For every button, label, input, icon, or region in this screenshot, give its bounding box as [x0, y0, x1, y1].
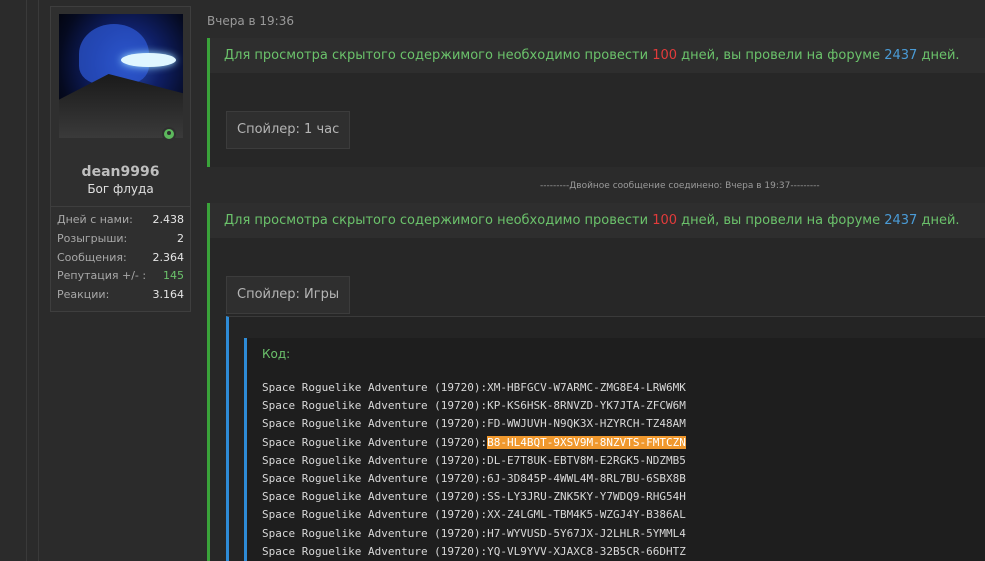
user-panel: dean9996 Бог флуда Дней с нами: 2.438 Ро… — [50, 6, 191, 312]
game-name: Space Roguelike Adventure (19720): — [262, 471, 488, 485]
game-key[interactable]: H7-WYVUSD-5Y67JX-J2LHLR-5YMML4 — [487, 527, 686, 540]
game-key[interactable]: KP-KS6HSK-8RNVZD-YK7JTA-ZFCW6M — [487, 399, 686, 412]
stat-label: Розыгрыши: — [57, 231, 128, 245]
notice-prefix: Для просмотра скрытого содержимого необх… — [224, 48, 653, 63]
notice-prefix: Для просмотра скрытого содержимого необх… — [224, 213, 653, 228]
code-block[interactable]: Код: Space Roguelike Adventure (19720):X… — [244, 338, 985, 561]
stat-value[interactable]: 2.364 — [153, 251, 185, 270]
avatar-eye — [121, 53, 176, 67]
notice-suffix: дней. — [917, 48, 960, 63]
notice-middle: дней, вы провели на форуме — [677, 213, 885, 228]
game-name: Space Roguelike Adventure (19720): — [262, 508, 488, 522]
game-name: Space Roguelike Adventure (19720): — [262, 526, 488, 540]
stat-messages: Сообщения: 2.364 — [51, 251, 190, 270]
stat-value[interactable]: 2 — [177, 232, 184, 251]
stat-label: Реакции: — [57, 288, 110, 302]
game-key[interactable]: 6J-3D845P-4WWL4M-8RL7BU-6SBX8B — [487, 472, 686, 485]
online-status-icon — [162, 127, 176, 141]
post-timestamp[interactable]: Вчера в 19:36 — [207, 14, 294, 28]
game-key-selected[interactable]: B8-HL4BQT-9XSV9M-8NZVTS-FMTCZN — [487, 435, 686, 449]
hidden-content-block-2: Для просмотра скрытого содержимого необх… — [207, 203, 985, 561]
code-line[interactable]: Space Roguelike Adventure (19720):YQ-VL9… — [262, 543, 686, 561]
code-line[interactable]: Space Roguelike Adventure (19720):XM-HBF… — [262, 379, 686, 397]
game-name: Space Roguelike Adventure (19720): — [262, 381, 488, 394]
notice-middle: дней, вы провели на форуме — [677, 48, 885, 63]
code-line[interactable]: Space Roguelike Adventure (19720):B8-HL4… — [262, 434, 686, 452]
game-key[interactable]: DL-E7T8UK-EBTV8M-E2RGK5-NDZMB5 — [487, 454, 686, 467]
stat-label: Дней с нами: — [57, 213, 133, 226]
code-label: Код: — [262, 347, 291, 361]
notice-suffix: дней. — [917, 213, 960, 228]
game-key[interactable]: XM-HBFGCV-W7ARMC-ZMG8E4-LRW6MK — [487, 381, 686, 394]
spoiler-button-1-hour[interactable]: Спойлер: 1 час — [226, 111, 351, 149]
stat-reputation: Репутация +/- : 145 — [51, 269, 190, 288]
stat-days: Дней с нами: 2.438 — [51, 213, 190, 232]
code-line[interactable]: Space Roguelike Adventure (19720):SS-LY3… — [262, 488, 686, 506]
code-lines[interactable]: Space Roguelike Adventure (19720):XM-HBF… — [262, 379, 686, 561]
game-name: Space Roguelike Adventure (19720): — [262, 435, 488, 449]
user-days: 2437 — [884, 48, 918, 63]
required-days: 100 — [652, 48, 678, 63]
user-stats: Дней с нами: 2.438 Розыгрыши: 2 Сообщени… — [51, 206, 190, 307]
hidden-content-block-1: Для просмотра скрытого содержимого необх… — [207, 38, 985, 167]
stat-value[interactable]: 145 — [163, 269, 184, 288]
game-key[interactable]: FD-WWJUVH-N9QK3X-HZYRCH-TZ48AM — [487, 417, 686, 430]
game-key[interactable]: XX-Z4LGML-TBM4K5-WZGJ4Y-B386AL — [487, 508, 686, 521]
spoiler-button-games[interactable]: Спойлер: Игры — [226, 276, 351, 314]
game-key[interactable]: YQ-VL9YVV-XJAXC8-32B5CR-66DHTZ — [487, 545, 686, 558]
stat-label: Сообщения: — [57, 250, 127, 264]
hidden-notice: Для просмотра скрытого содержимого необх… — [210, 38, 985, 73]
game-name: Space Roguelike Adventure (19720): — [262, 453, 488, 467]
avatar[interactable] — [59, 14, 183, 138]
game-key[interactable]: SS-LY3JRU-ZNK5KY-Y7WDQ9-RHG54H — [487, 490, 686, 503]
required-days: 100 — [652, 213, 678, 228]
game-name: Space Roguelike Adventure (19720): — [262, 399, 488, 413]
user-title: Бог флуда — [87, 182, 154, 196]
code-line[interactable]: Space Roguelike Adventure (19720):XX-Z4L… — [262, 506, 686, 524]
stat-label: Репутация +/- : — [57, 269, 147, 283]
game-name: Space Roguelike Adventure (19720): — [262, 490, 488, 504]
code-line[interactable]: Space Roguelike Adventure (19720):KP-KS6… — [262, 397, 686, 415]
username[interactable]: dean9996 — [51, 164, 190, 180]
merged-post-notice: ---------Двойное сообщение соединено: Вч… — [540, 181, 820, 191]
code-line[interactable]: Space Roguelike Adventure (19720):FD-WWJ… — [262, 415, 686, 433]
code-line[interactable]: Space Roguelike Adventure (19720):H7-WYV… — [262, 525, 686, 543]
stat-value: 2.438 — [152, 213, 185, 226]
user-days: 2437 — [884, 213, 918, 228]
game-name: Space Roguelike Adventure (19720): — [262, 544, 488, 558]
code-line[interactable]: Space Roguelike Adventure (19720):DL-E7T… — [262, 452, 686, 470]
thread-rail — [26, 0, 27, 561]
stat-value[interactable]: 3.164 — [153, 288, 185, 307]
game-name: Space Roguelike Adventure (19720): — [262, 417, 488, 431]
stat-reactions: Реакции: 3.164 — [51, 288, 190, 307]
code-line[interactable]: Space Roguelike Adventure (19720):6J-3D8… — [262, 470, 686, 488]
stat-giveaways: Розыгрыши: 2 — [51, 232, 190, 251]
spoiler-content-games: Код: Space Roguelike Adventure (19720):X… — [226, 316, 985, 561]
thread-rail-inner — [38, 0, 39, 561]
hidden-notice: Для просмотра скрытого содержимого необх… — [210, 203, 985, 238]
